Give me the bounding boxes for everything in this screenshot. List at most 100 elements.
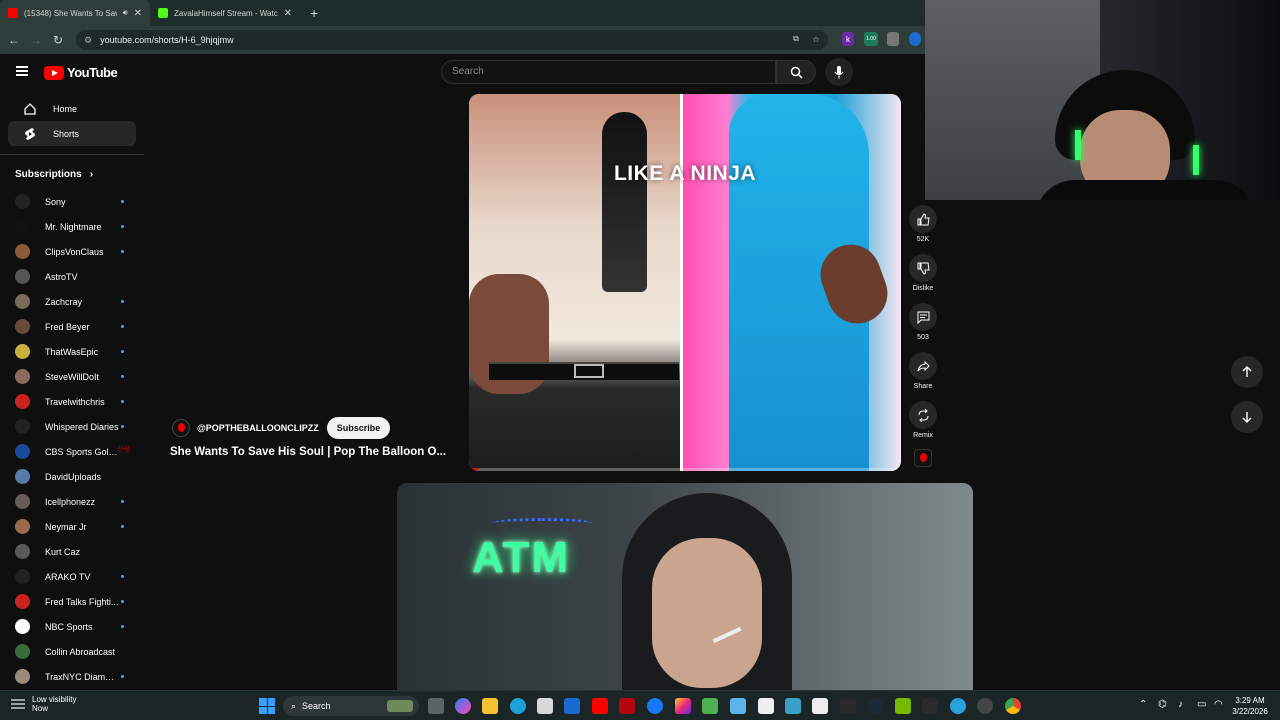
roblox-icon[interactable]	[812, 698, 828, 714]
extension-badge-icon[interactable]: 1.00	[864, 32, 878, 46]
app-gear-icon[interactable]	[977, 698, 993, 714]
app-snowflake-icon[interactable]	[730, 698, 746, 714]
app-g-icon[interactable]	[840, 698, 856, 714]
sidebar-item-home[interactable]: Home	[8, 96, 136, 121]
comments-button[interactable]: 503	[908, 303, 938, 341]
search-highlight-icon	[387, 700, 413, 712]
network-icon[interactable]: ⌬	[1158, 699, 1167, 710]
extension-k-icon[interactable]: k	[842, 32, 854, 46]
forward-button[interactable]: →	[25, 33, 47, 47]
back-button[interactable]: ←	[3, 33, 25, 47]
tab-youtube[interactable]: (15348) She Wants To Save 🔊︎ ✕	[0, 0, 150, 26]
share-button[interactable]: Share	[908, 352, 938, 390]
microphone-icon	[834, 65, 844, 78]
task-view-icon[interactable]	[428, 698, 444, 714]
mic-tray-icon[interactable]: ♪	[1178, 699, 1183, 710]
chrome-icon[interactable]	[1005, 698, 1021, 714]
tab-kick[interactable]: ZavalaHimself Stream - Watch ✕	[150, 0, 300, 26]
site-info-icon[interactable]: ⚙︎	[84, 35, 92, 46]
app-cyan-icon[interactable]	[785, 698, 801, 714]
sidebar-subscription-item[interactable]: Whispered Diaries	[0, 414, 144, 439]
store-icon[interactable]	[537, 698, 553, 714]
previous-short-button[interactable]	[1231, 356, 1263, 388]
epic-games-icon[interactable]	[922, 698, 938, 714]
sidebar-subscription-item[interactable]: NBC Sports	[0, 614, 144, 639]
youtube-logo[interactable]: YouTube	[44, 65, 118, 80]
amazon-icon[interactable]	[758, 698, 774, 714]
file-explorer-icon[interactable]	[482, 698, 498, 714]
remix-button[interactable]: Remix	[908, 401, 938, 439]
video-microphone	[602, 112, 647, 292]
speaker-icon[interactable]: 🔊︎	[123, 8, 128, 18]
comment-icon	[909, 303, 937, 331]
video-progress-bar[interactable]	[469, 468, 901, 471]
sidebar-subscription-item[interactable]: Mr. Nightmare	[0, 214, 144, 239]
edge-icon[interactable]	[510, 698, 526, 714]
wifi-icon[interactable]: ◠	[1214, 699, 1223, 710]
outlook-icon[interactable]	[564, 698, 580, 714]
reload-button[interactable]: ↻	[47, 33, 69, 47]
search-button[interactable]	[776, 60, 816, 84]
sidebar-subscription-item[interactable]: Fred Talks Fighti...	[0, 589, 144, 614]
sidebar-subscription-item[interactable]: Icellphonezz	[0, 489, 144, 514]
video-title[interactable]: She Wants To Save His Soul | Pop The Bal…	[170, 446, 452, 458]
copilot-icon[interactable]	[455, 698, 471, 714]
sidebar-subscription-item[interactable]: Travelwithchris	[0, 389, 144, 414]
dislike-label: Dislike	[912, 285, 934, 292]
netflix-icon[interactable]	[619, 698, 635, 714]
new-content-dot-icon	[121, 300, 124, 303]
short-video-player[interactable]: LIKE A NINJA	[469, 94, 901, 471]
voice-search-button[interactable]	[825, 58, 853, 86]
like-button[interactable]: 52K	[908, 205, 938, 243]
search-input[interactable]: Search	[441, 60, 776, 84]
new-content-dot-icon	[121, 225, 124, 228]
bookmark-star-icon[interactable]: ☆	[810, 32, 822, 46]
close-tab-icon[interactable]: ✕	[284, 8, 292, 19]
weather-widget[interactable]: Low visibility Now	[10, 695, 76, 713]
taskbar-search[interactable]: ⌕ Search	[283, 696, 419, 716]
clock-time: 3:29 AM	[1235, 696, 1265, 705]
sidebar-item-shorts[interactable]: Shorts	[8, 121, 136, 146]
menu-icon[interactable]	[16, 66, 28, 76]
channel-avatar[interactable]	[172, 419, 190, 437]
windows-start-icon[interactable]	[259, 698, 275, 714]
next-short-button[interactable]	[1231, 401, 1263, 433]
system-clock[interactable]: 3:29 AM 3/22/2026	[1230, 695, 1270, 717]
subscriptions-header[interactable]: Subscriptions ›	[0, 163, 144, 185]
sidebar-subscription-item[interactable]: ThatWasEpic	[0, 339, 144, 364]
sidebar-subscription-item[interactable]: SteveWillDoIt	[0, 364, 144, 389]
subscribe-button[interactable]: Subscribe	[326, 417, 391, 439]
sidebar-subscription-item[interactable]: Zachcray	[0, 289, 144, 314]
close-tab-icon[interactable]: ✕	[134, 8, 142, 19]
sidebar-subscription-item[interactable]: ARAKO TV	[0, 564, 144, 589]
sidebar-subscription-item[interactable]: ClipsVonClaus	[0, 239, 144, 264]
app-green-icon[interactable]	[702, 698, 718, 714]
sidebar-subscription-item[interactable]: Fred Beyer	[0, 314, 144, 339]
channel-handle[interactable]: @POPTHEBALLOONCLIPZZ	[197, 423, 319, 433]
nvidia-icon[interactable]	[895, 698, 911, 714]
facebook-icon[interactable]	[647, 698, 663, 714]
next-short-preview[interactable]: ATM	[397, 483, 973, 690]
sidebar-subscription-item[interactable]: Sony	[0, 189, 144, 214]
steam-icon[interactable]	[867, 698, 883, 714]
subscriptions-list: Sony Mr. Nightmare ClipsVonClaus AstroTV Zac…	[0, 189, 144, 689]
telegram-icon[interactable]	[950, 698, 966, 714]
new-tab-button[interactable]: +	[310, 5, 318, 21]
sidebar-subscription-item[interactable]: CBS Sports Gola... ((•))	[0, 439, 144, 464]
sidebar-subscription-item[interactable]: TraxNYC Diamon...	[0, 664, 144, 689]
instagram-icon[interactable]	[675, 698, 691, 714]
sound-channel-avatar[interactable]	[914, 449, 932, 467]
sidebar-subscription-item[interactable]: AstroTV	[0, 264, 144, 289]
extension-blue-icon[interactable]	[909, 32, 921, 46]
sidebar-subscription-item[interactable]: Collin Abroadcast	[0, 639, 144, 664]
sidebar-subscription-item[interactable]: DavidUploads	[0, 464, 144, 489]
sidebar-subscription-item[interactable]: Kurt Caz	[0, 539, 144, 564]
display-icon[interactable]: ▭	[1197, 699, 1206, 710]
youtube-app-icon[interactable]	[592, 698, 608, 714]
dislike-button[interactable]: Dislike	[908, 254, 938, 292]
url-field[interactable]: ⚙︎ youtube.com/shorts/H-6_9hjqjmw	[76, 30, 828, 50]
extension-grey-icon[interactable]	[887, 32, 899, 46]
sidebar-subscription-item[interactable]: Neymar Jr	[0, 514, 144, 539]
tray-chevron-icon[interactable]: ⌃	[1139, 699, 1147, 710]
install-app-icon[interactable]: ⧉	[790, 32, 802, 46]
